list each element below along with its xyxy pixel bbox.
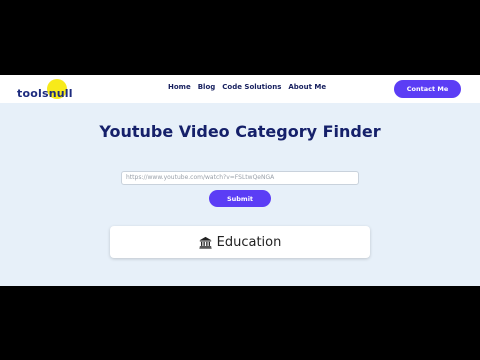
category-result-text: Education	[216, 234, 282, 250]
youtube-url-input[interactable]: https://www.youtube.com/watch?v=FSLtwQeN…	[121, 171, 359, 185]
nav-home[interactable]: Home	[168, 83, 191, 91]
nav-code-solutions[interactable]: Code Solutions	[222, 83, 281, 91]
navbar: toolsnull Home Blog Code Solutions About…	[0, 75, 480, 103]
bank-icon	[199, 236, 212, 249]
nav-about-me[interactable]: About Me	[288, 83, 326, 91]
result-card: Education	[110, 226, 370, 258]
contact-me-button[interactable]: Contact Me	[394, 80, 461, 98]
nav-links: Home Blog Code Solutions About Me	[168, 83, 326, 91]
logo-text: toolsnull	[17, 87, 73, 100]
page-title: Youtube Video Category Finder	[99, 122, 381, 141]
site-logo[interactable]: toolsnull	[17, 79, 73, 100]
submit-button[interactable]: Submit	[209, 190, 271, 207]
app-screen: toolsnull Home Blog Code Solutions About…	[0, 75, 480, 286]
nav-blog[interactable]: Blog	[198, 83, 216, 91]
